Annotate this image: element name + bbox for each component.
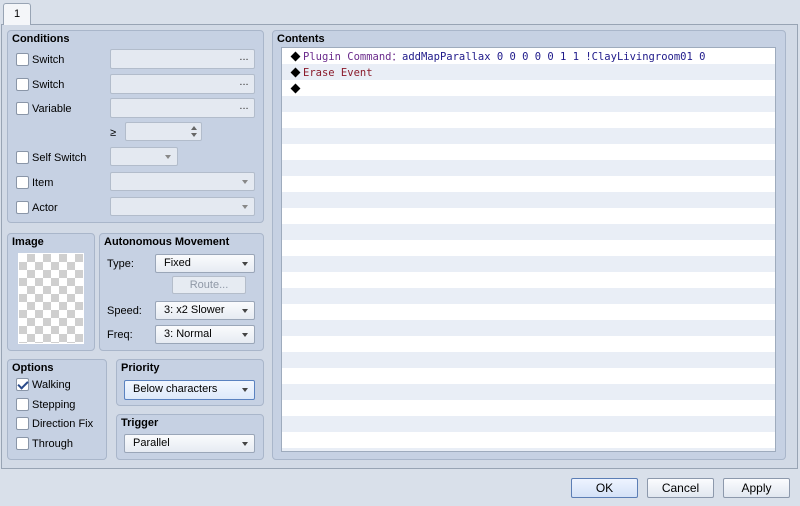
switch2-field[interactable]: ... [110, 74, 255, 94]
stepping-checkbox[interactable] [16, 398, 29, 411]
direction-fix-checkbox[interactable] [16, 417, 29, 430]
command-name: Plugin Command [303, 51, 392, 63]
walking-label: Walking [32, 379, 71, 391]
diamond-icon [290, 83, 301, 94]
self-switch-select[interactable] [110, 147, 178, 166]
movement-speed-value: 3: x2 Slower [164, 304, 225, 316]
event-image-preview[interactable] [18, 253, 84, 344]
cancel-button[interactable]: Cancel [647, 478, 714, 498]
tab-page-1[interactable]: 1 [3, 3, 31, 25]
walking-checkbox[interactable] [16, 378, 29, 391]
autonomous-movement-title: Autonomous Movement [104, 236, 230, 248]
movement-type-select[interactable]: Fixed [155, 254, 255, 273]
options-title: Options [12, 362, 54, 374]
movement-freq-select[interactable]: 3: Normal [155, 325, 255, 344]
priority-title: Priority [121, 362, 160, 374]
priority-value: Below characters [133, 383, 218, 395]
apply-button[interactable]: Apply [723, 478, 790, 498]
command-separator: ： [391, 51, 403, 63]
movement-type-value: Fixed [164, 257, 191, 269]
item-checkbox[interactable] [16, 176, 29, 189]
diamond-icon [290, 67, 301, 78]
diamond-icon [290, 51, 301, 62]
conditions-title: Conditions [12, 33, 70, 45]
command-row[interactable]: Plugin Command：addMapParallax 0 0 0 0 0 … [290, 49, 706, 65]
switch1-checkbox[interactable] [16, 53, 29, 66]
actor-select[interactable] [110, 197, 255, 216]
variable-label: Variable [32, 103, 72, 115]
variable-checkbox[interactable] [16, 102, 29, 115]
contents-title: Contents [277, 33, 325, 45]
chevron-down-icon [242, 309, 248, 313]
freq-label: Freq: [107, 329, 133, 341]
command-name: Erase Event [303, 67, 373, 79]
switch1-label: Switch [32, 54, 65, 66]
chevron-down-icon [242, 333, 248, 337]
event-command-list[interactable]: Plugin Command：addMapParallax 0 0 0 0 0 … [281, 47, 776, 452]
spinner-down-icon[interactable] [191, 133, 197, 137]
trigger-select[interactable]: Parallel [124, 434, 255, 453]
actor-label: Actor [32, 202, 58, 214]
trigger-title: Trigger [121, 417, 159, 429]
trigger-value: Parallel [133, 437, 170, 449]
stepping-label: Stepping [32, 399, 76, 411]
switch2-label: Switch [32, 79, 65, 91]
movement-speed-select[interactable]: 3: x2 Slower [155, 301, 255, 320]
self-switch-checkbox[interactable] [16, 151, 29, 164]
item-label: Item [32, 177, 54, 189]
chevron-down-icon [242, 388, 248, 392]
spinner-up-icon[interactable] [191, 126, 197, 130]
through-label: Through [32, 438, 73, 450]
image-title: Image [12, 236, 44, 248]
variable-field[interactable]: ... [110, 98, 255, 118]
chevron-down-icon [242, 205, 248, 209]
speed-label: Speed: [107, 305, 142, 317]
variable-browse-button[interactable]: ... [234, 99, 254, 117]
switch1-field[interactable]: ... [110, 49, 255, 69]
movement-freq-value: 3: Normal [164, 328, 212, 340]
item-select[interactable] [110, 172, 255, 191]
chevron-down-icon [242, 442, 248, 446]
type-label: Type: [107, 258, 134, 270]
through-checkbox[interactable] [16, 437, 29, 450]
ok-button[interactable]: OK [571, 478, 638, 498]
command-row-empty[interactable] [290, 81, 303, 97]
greater-equal-symbol: ≥ [110, 127, 117, 139]
chevron-down-icon [165, 155, 171, 159]
actor-checkbox[interactable] [16, 201, 29, 214]
command-args: addMapParallax 0 0 0 0 0 1 1 !ClayLiving… [402, 51, 706, 63]
route-button[interactable]: Route... [172, 276, 246, 294]
switch2-browse-button[interactable]: ... [234, 75, 254, 93]
chevron-down-icon [242, 180, 248, 184]
command-row[interactable]: Erase Event [290, 65, 373, 81]
switch1-browse-button[interactable]: ... [234, 50, 254, 68]
priority-select[interactable]: Below characters [124, 380, 255, 400]
variable-value-spinner[interactable] [125, 122, 202, 141]
direction-fix-label: Direction Fix [32, 418, 94, 430]
self-switch-label: Self Switch [32, 152, 87, 164]
chevron-down-icon [242, 262, 248, 266]
switch2-checkbox[interactable] [16, 78, 29, 91]
